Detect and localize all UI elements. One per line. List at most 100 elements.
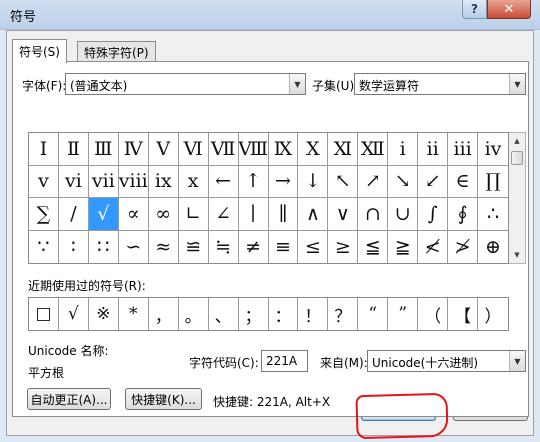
symbol-cell[interactable]: ∫ — [418, 198, 449, 231]
recent-symbol-cell[interactable]: ， — [149, 298, 179, 330]
recent-symbol-cell[interactable]: ※ — [89, 298, 119, 330]
symbol-cell[interactable]: ∽ — [119, 230, 149, 263]
symbol-cell[interactable]: ↙ — [418, 165, 449, 198]
symbol-cell[interactable]: Ⅰ — [29, 133, 59, 166]
symbol-cell[interactable]: ↗ — [358, 165, 389, 198]
symbol-cell[interactable]: ↖ — [328, 165, 359, 198]
symbol-cell[interactable]: Ⅵ — [178, 133, 209, 166]
scroll-thumb[interactable] — [511, 151, 523, 165]
unicode-name-value: 平方根 — [28, 366, 65, 380]
close-button[interactable]: ✕ — [487, 0, 531, 19]
symbol-cell[interactable]: Ⅸ — [268, 133, 299, 166]
symbol-cell[interactable]: Ⅷ — [238, 133, 269, 166]
symbol-cell[interactable]: Ⅳ — [118, 133, 149, 166]
symbol-cell[interactable]: ∵ — [29, 230, 59, 263]
symbol-cell[interactable]: ∧ — [298, 198, 329, 231]
symbol-cell[interactable]: ≈ — [149, 230, 179, 263]
symbol-cell[interactable]: ⅵ — [58, 165, 89, 198]
help-button[interactable]: ? — [462, 0, 487, 19]
symbol-cell[interactable]: ∮ — [448, 198, 479, 231]
shortcut-key-button[interactable]: 快捷键(K)... — [125, 388, 202, 410]
symbol-cell[interactable]: ≦ — [358, 230, 389, 263]
symbol-cell[interactable]: ≮ — [418, 230, 449, 263]
symbol-cell[interactable]: Ⅴ — [148, 133, 179, 166]
from-select[interactable]: Unicode(十六进制) ▼ — [367, 350, 526, 372]
recent-symbol-cell[interactable]: ？ — [328, 298, 359, 330]
symbol-cell[interactable]: ← — [208, 165, 239, 198]
chevron-down-icon: ▼ — [509, 74, 525, 94]
symbol-cell[interactable]: √ — [88, 198, 119, 231]
symbol-cell[interactable]: ∪ — [388, 198, 419, 231]
symbol-cell[interactable]: ∑ — [29, 198, 59, 231]
recent-symbol-cell[interactable]: √ — [59, 298, 89, 330]
symbol-cell[interactable]: ≡ — [269, 230, 299, 263]
symbol-cell[interactable]: ∝ — [118, 198, 149, 231]
symbol-cell[interactable]: → — [268, 165, 299, 198]
unicode-name-label: Unicode 名称: — [28, 344, 109, 358]
symbol-cell[interactable]: ≯ — [448, 230, 479, 263]
symbol-cell[interactable]: ⅱ — [418, 133, 449, 166]
recent-symbol-cell[interactable]: ： — [269, 298, 299, 330]
char-code-input[interactable]: 221A — [261, 350, 308, 372]
recent-symbol-cell[interactable]: 【 — [448, 298, 479, 330]
symbol-cell[interactable]: ↘ — [388, 165, 419, 198]
symbol-cell[interactable]: ∞ — [148, 198, 179, 231]
autocorrect-button[interactable]: 自动更正(A)... — [27, 388, 111, 410]
tab-symbols[interactable]: 符号(S) — [12, 39, 67, 63]
symbol-cell[interactable]: Ⅱ — [58, 133, 89, 166]
symbol-cell[interactable]: ↓ — [298, 165, 329, 198]
scroll-up-icon[interactable]: ▲ — [509, 133, 525, 149]
symbol-grid: Ⅰ Ⅱ Ⅲ Ⅳ Ⅴ Ⅵ Ⅶ Ⅷ Ⅸ Ⅹ Ⅺ Ⅻⅰ ⅱ ⅲ ⅳ ⅴ ⅵ ⅶ ⅷ ⅸ ⅹ ← ↑ → ↓ ↖ ↗ ↘ ↙ ∈ ∏ ∑ ∕ √ ∝ ∞ ∟ ∠ ∣… — [28, 132, 509, 264]
symbol-cell[interactable]: ∥ — [268, 198, 299, 231]
subset-select[interactable]: 数学运算符 ▼ — [354, 73, 526, 95]
symbol-cell[interactable]: ∏ — [478, 166, 508, 198]
symbol-cell[interactable]: ∠ — [208, 198, 239, 231]
recent-symbol-cell[interactable]: ； — [239, 298, 269, 330]
symbol-cell[interactable]: ≧ — [388, 230, 419, 263]
symbol-cell[interactable]: ∴ — [478, 198, 508, 231]
scroll-down-icon[interactable]: ▼ — [509, 247, 525, 263]
symbol-cell[interactable]: Ⅺ — [328, 133, 359, 166]
symbol-cell[interactable]: ≠ — [239, 230, 269, 263]
recent-symbol-cell[interactable]: □ — [29, 298, 59, 330]
symbol-cell[interactable]: ⅲ — [448, 133, 479, 166]
symbol-cell[interactable]: ∨ — [328, 198, 359, 231]
symbol-cell[interactable]: ∷ — [89, 230, 119, 263]
recent-symbol-cell[interactable]: “ — [358, 298, 389, 330]
symbol-cell[interactable]: ↑ — [238, 165, 269, 198]
symbol-cell[interactable]: ⅰ — [388, 133, 419, 166]
symbol-cell[interactable]: ∶ — [59, 230, 89, 263]
symbol-cell[interactable]: ⅶ — [88, 165, 119, 198]
recent-symbols-label: 近期使用过的符号(R): — [28, 279, 146, 293]
symbol-cell[interactable]: ≒ — [209, 230, 239, 263]
symbol-cell[interactable]: Ⅲ — [88, 133, 119, 166]
font-select[interactable]: (普通文本) ▼ — [65, 73, 306, 95]
symbol-cell[interactable]: ≥ — [328, 230, 359, 263]
recent-symbol-cell[interactable]: * — [119, 298, 149, 330]
symbol-cell[interactable]: ≤ — [298, 230, 329, 263]
recent-symbol-cell[interactable]: ！ — [298, 298, 329, 330]
symbol-cell[interactable]: ∕ — [58, 198, 89, 231]
symbol-cell[interactable]: Ⅶ — [208, 133, 239, 166]
symbol-cell[interactable]: ∩ — [358, 198, 389, 231]
recent-symbol-cell[interactable]: （ — [418, 298, 449, 330]
symbol-cell[interactable]: ⅷ — [118, 165, 149, 198]
symbol-cell[interactable]: ∈ — [448, 165, 479, 198]
symbol-cell[interactable]: ⅹ — [178, 165, 209, 198]
symbol-cell[interactable]: ⊕ — [478, 231, 508, 264]
symbol-cell[interactable]: ⅴ — [29, 165, 59, 198]
symbol-grid-scrollbar[interactable]: ▲ ▼ — [509, 132, 526, 264]
symbols-panel: 字体(F): (普通文本) ▼ 子集(U): 数学运算符 ▼ ⅠⅡⅢⅣⅤⅥⅦⅧⅨ… — [12, 61, 529, 417]
symbol-cell[interactable]: Ⅻ — [358, 133, 389, 166]
recent-symbol-cell[interactable]: 、 — [209, 298, 239, 330]
recent-symbol-cell[interactable]: 。 — [179, 298, 209, 330]
symbol-cell[interactable]: ∟ — [178, 198, 209, 231]
symbol-cell[interactable]: ≌ — [179, 230, 209, 263]
symbol-cell[interactable]: ∣ — [238, 198, 269, 231]
symbol-cell[interactable]: ⅸ — [148, 165, 179, 198]
recent-symbol-cell[interactable]: ” — [388, 298, 419, 330]
recent-symbol-cell[interactable]: ） — [478, 298, 508, 330]
tab-special-characters[interactable]: 特殊字符(P) — [77, 41, 156, 63]
symbol-cell[interactable]: Ⅹ — [298, 133, 329, 166]
symbol-cell[interactable]: ⅳ — [478, 133, 508, 166]
